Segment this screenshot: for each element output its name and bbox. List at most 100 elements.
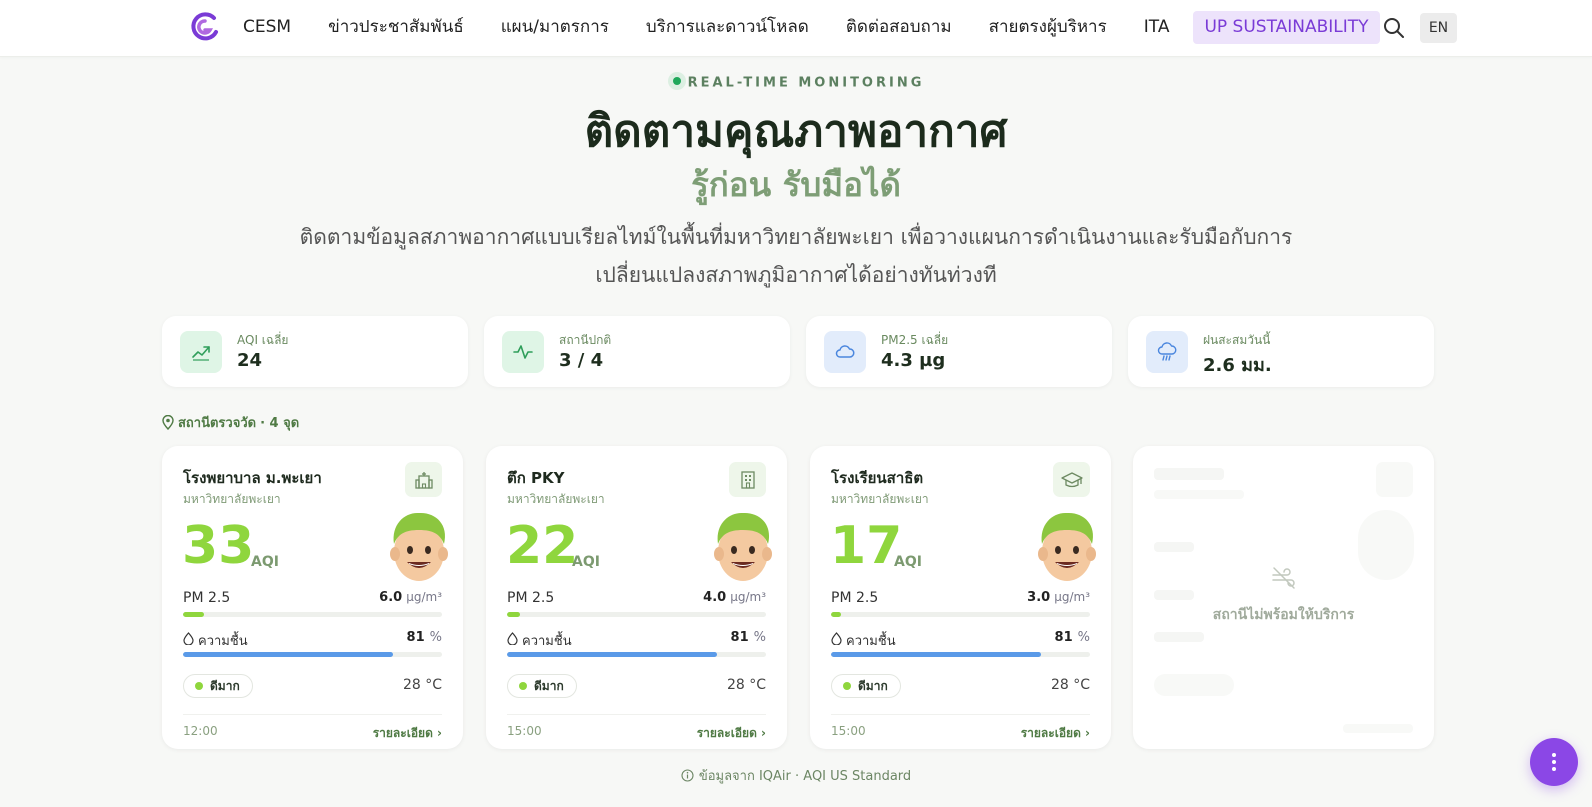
details-link[interactable]: รายละเอียด › [1021, 724, 1090, 743]
station-subtitle: มหาวิทยาลัยพะเยา [183, 492, 281, 506]
placeholder-badge [1376, 462, 1413, 497]
humidity-value: 81% [1055, 630, 1090, 645]
more-vertical-icon [1552, 753, 1556, 771]
nav-item-cesm[interactable]: CESM [230, 11, 304, 44]
pm25-unit: µg/m³ [406, 590, 442, 604]
humidity-bar-fill [831, 652, 1041, 657]
cloud-icon [824, 331, 866, 373]
pm25-bar-fill [507, 612, 520, 617]
nav-item-ita[interactable]: ITA [1131, 11, 1183, 44]
humidity-label: ความชื้น [507, 630, 572, 651]
humidity-unit: % [1077, 630, 1090, 645]
humidity-bar-fill [183, 652, 393, 657]
info-icon [681, 769, 694, 782]
aqi-unit: AQI [572, 554, 600, 570]
droplet-icon [507, 632, 518, 649]
droplet-icon [831, 632, 842, 649]
placeholder-bar [1343, 724, 1413, 733]
humidity-text: ความชื้น [522, 634, 572, 649]
nav-item-services[interactable]: บริการและดาวน์โหลด [633, 11, 822, 44]
card-divider [831, 714, 1090, 715]
stat-value: 24 [237, 350, 263, 371]
status-badge: ดีมาก [507, 674, 577, 698]
page-title: ติดตามคุณภาพอากาศ [584, 106, 1008, 157]
temperature: 28 °C [1050, 677, 1090, 693]
graduation-cap-icon [1053, 462, 1090, 497]
trend-up-icon [180, 331, 222, 373]
offline-text: สถานีไม่พร้อมให้บริการ [1212, 607, 1355, 623]
language-toggle-button[interactable]: EN [1420, 13, 1457, 43]
humidity-bar-fill [507, 652, 717, 657]
data-source-text: ข้อมูลจาก IQAir · AQI US Standard [698, 769, 912, 784]
stat-value: 4.3 µg [881, 350, 946, 371]
humidity-value: 81% [731, 630, 766, 645]
card-divider [183, 714, 442, 715]
nav-item-plans[interactable]: แผน/มาตรการ [488, 11, 622, 44]
eyebrow-text: REAL-TIME MONITORING [687, 75, 925, 91]
humidity-text: ความชื้น [846, 634, 896, 649]
aqi-unit: AQI [251, 554, 279, 570]
happy-face-icon [1038, 512, 1096, 581]
happy-face-icon [714, 512, 772, 581]
humidity-number: 81 [1054, 630, 1073, 645]
stat-label: AQI เฉลี่ย [237, 333, 289, 347]
search-icon[interactable] [1381, 15, 1407, 41]
nav-item-contact[interactable]: ติดต่อสอบถาม [833, 11, 965, 44]
page-description: ติดตามข้อมูลสภาพอากาศแบบเรียลไทม์ในพื้นท… [296, 218, 1296, 294]
stat-card-avg-pm25: PM2.5 เฉลี่ย 4.3 µg [806, 316, 1112, 387]
eyebrow-label: REAL-TIME MONITORING [0, 72, 1592, 92]
page-subtitle: รู้ก่อน รับมือได้ [691, 165, 901, 204]
pm25-bar-fill [183, 612, 204, 617]
update-time: 15:00 [507, 724, 542, 738]
details-link[interactable]: รายละเอียด › [697, 724, 766, 743]
stations-header: สถานีตรวจวัด · 4 จุด [162, 412, 299, 433]
humidity-number: 81 [406, 630, 425, 645]
station-name: ตึก PKY [507, 469, 565, 487]
pulse-icon [502, 331, 544, 373]
wind-off-icon [1271, 567, 1295, 589]
pm25-label: PM 2.5 [507, 590, 555, 606]
nav-item-news[interactable]: ข่าวประชาสัมพันธ์ [315, 11, 477, 44]
aqi-value: 22 [506, 516, 579, 576]
pm25-number: 3.0 [1027, 590, 1051, 605]
placeholder-bar [1154, 490, 1244, 499]
map-pin-icon [162, 415, 174, 430]
stations-header-count: · 4 จุด [260, 416, 300, 431]
hospital-icon [405, 462, 442, 497]
station-subtitle: มหาวิทยาลัยพะเยา [831, 492, 929, 506]
main-menu: CESM ข่าวประชาสัมพันธ์ แผน/มาตรการ บริกา… [230, 11, 1391, 44]
station-card-pky[interactable]: ตึก PKY มหาวิทยาลัยพะเยา 22 AQI PM 2.5 4… [486, 446, 787, 749]
data-source-note: ข้อมูลจาก IQAir · AQI US Standard [0, 765, 1592, 786]
top-nav: CESM ข่าวประชาสัมพันธ์ แผน/มาตรการ บริกา… [0, 0, 1592, 57]
details-link[interactable]: รายละเอียด › [373, 724, 442, 743]
description-line-2: เปลี่ยนแปลงสภาพภูมิอากาศได้อย่างทันท่วงท… [595, 263, 997, 287]
update-time: 15:00 [831, 724, 866, 738]
pm25-unit: µg/m³ [730, 590, 766, 604]
stat-label: สถานีปกติ [559, 333, 612, 347]
station-card-hospital[interactable]: โรงพยาบาล ม.พะเยา มหาวิทยาลัยพะเยา 33 AQ… [162, 446, 463, 749]
pm25-value: 3.0 µg/m³ [1027, 590, 1090, 605]
station-name: โรงพยาบาล ม.พะเยา [183, 469, 322, 487]
nav-item-executive[interactable]: สายตรงผู้บริหาร [976, 11, 1120, 44]
live-dot-icon [667, 72, 686, 90]
droplet-icon [183, 632, 194, 649]
logo-icon[interactable] [190, 12, 220, 42]
stat-value: 3 / 4 [559, 350, 604, 371]
pm25-number: 6.0 [379, 590, 403, 605]
placeholder-bar [1154, 542, 1194, 552]
pm25-label: PM 2.5 [831, 590, 879, 606]
temperature: 28 °C [402, 677, 442, 693]
more-actions-button[interactable] [1530, 738, 1578, 786]
humidity-number: 81 [730, 630, 749, 645]
temperature: 28 °C [726, 677, 766, 693]
pm25-value: 6.0 µg/m³ [379, 590, 442, 605]
aqi-value: 17 [830, 516, 903, 576]
pm25-unit: µg/m³ [1054, 590, 1090, 604]
pm25-number: 4.0 [703, 590, 727, 605]
nav-item-sustainability[interactable]: UP SUSTAINABILITY [1193, 11, 1380, 44]
station-card-demo-school[interactable]: โรงเรียนสาธิต มหาวิทยาลัยพะเยา 17 AQI PM… [810, 446, 1111, 749]
stat-card-normal-stations: สถานีปกติ 3 / 4 [484, 316, 790, 387]
update-time: 12:00 [183, 724, 218, 738]
offline-message: สถานีไม่พร้อมให้บริการ [1133, 566, 1434, 626]
building-icon [729, 462, 766, 497]
